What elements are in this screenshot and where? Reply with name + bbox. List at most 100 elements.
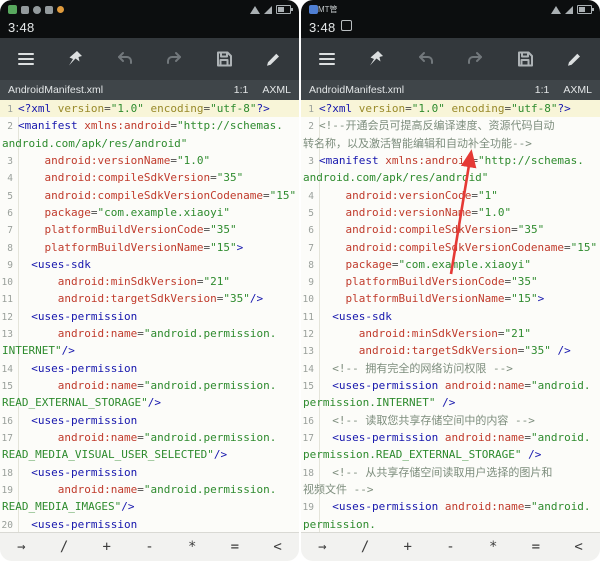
edit-button[interactable]	[261, 47, 285, 71]
code-line[interactable]: 14 <uses-permission	[0, 360, 299, 377]
code-line[interactable]: 4 android:versionCode="1"	[301, 187, 600, 204]
undo-button[interactable]	[113, 47, 137, 71]
line-number: 6	[301, 222, 314, 239]
status-system-icons	[551, 5, 592, 14]
notification-app-label: MT管	[318, 4, 338, 15]
code-line[interactable]: 10 android:minSdkVersion="21"	[0, 273, 299, 290]
quick-symbol-key[interactable]: →	[11, 539, 31, 555]
line-number: 9	[301, 274, 314, 291]
line-number: 9	[0, 257, 13, 274]
code-line[interactable]: 7 platformBuildVersionCode="35"	[0, 221, 299, 238]
quick-symbol-key[interactable]: =	[225, 539, 245, 555]
code-line[interactable]: 5 android:versionName="1.0"	[301, 204, 600, 221]
code-line[interactable]: 11 android:targetSdkVersion="35"/>	[0, 290, 299, 307]
code-line[interactable]: READ_EXTERNAL_STORAGE"/>	[0, 394, 299, 411]
code-line[interactable]: 7 android:compileSdkVersionCodename="15"	[301, 239, 600, 256]
code-line[interactable]: 12 android:minSdkVersion="21"	[301, 325, 600, 342]
code-editor-left[interactable]: 1<?xml version="1.0" encoding="utf-8"?>2…	[0, 100, 299, 532]
code-line[interactable]: 视频文件 -->	[301, 481, 600, 498]
code-line[interactable]: permission.	[301, 516, 600, 533]
line-number: 17	[0, 430, 13, 447]
signal-icon	[264, 6, 272, 14]
menu-button[interactable]	[14, 47, 38, 71]
code-line[interactable]: 14 <!-- 拥有完全的网络访问权限 -->	[301, 360, 600, 377]
code-line[interactable]: android.com/apk/res/android"	[301, 169, 600, 186]
redo-button[interactable]	[162, 47, 186, 71]
quick-symbol-key[interactable]: +	[398, 539, 418, 555]
quick-symbol-key[interactable]: <	[568, 539, 588, 555]
symbol-bar-right: → / + - * = <	[301, 532, 600, 561]
code-line[interactable]: 1<?xml version="1.0" encoding="utf-8"?>	[0, 100, 299, 117]
edit-button[interactable]	[562, 47, 586, 71]
code-line[interactable]: 6 android:compileSdkVersion="35"	[301, 221, 600, 238]
gray-app-icon	[45, 6, 53, 14]
code-line[interactable]: 18 <!-- 从共享存储空间读取用户选择的图片和	[301, 464, 600, 481]
code-line[interactable]: 15 android:name="android.permission.	[0, 377, 299, 394]
save-button[interactable]	[513, 47, 537, 71]
pin-button[interactable]	[63, 47, 87, 71]
code-line[interactable]: 2<manifest xmlns:android="http://schemas…	[0, 117, 299, 134]
undo-icon	[115, 49, 135, 69]
code-line[interactable]: READ_MEDIA_IMAGES"/>	[0, 498, 299, 515]
code-line[interactable]: 13 android:targetSdkVersion="35" />	[301, 342, 600, 359]
line-number: 1	[301, 101, 314, 118]
code-editor-right[interactable]: 1<?xml version="1.0" encoding="utf-8"?>2…	[301, 100, 600, 532]
quick-symbol-key[interactable]: -	[139, 539, 159, 555]
code-line[interactable]: INTERNET"/>	[0, 342, 299, 359]
code-line[interactable]: 13 android:name="android.permission.	[0, 325, 299, 342]
line-number: 14	[0, 361, 13, 378]
line-number: 11	[301, 309, 314, 326]
code-line[interactable]: 17 <uses-permission android:name="androi…	[301, 429, 600, 446]
code-line[interactable]: 12 <uses-permission	[0, 308, 299, 325]
code-line[interactable]: 1<?xml version="1.0" encoding="utf-8"?>	[301, 100, 600, 117]
code-line[interactable]: 16 <!-- 读取您共享存储空间中的内容 -->	[301, 412, 600, 429]
code-line[interactable]: 19 android:name="android.permission.	[0, 481, 299, 498]
code-line[interactable]: 18 <uses-permission	[0, 464, 299, 481]
editor-toolbar-left	[0, 38, 299, 80]
code-line[interactable]: android.com/apk/res/android"	[0, 135, 299, 152]
code-line[interactable]: 11 <uses-sdk	[301, 308, 600, 325]
line-number: 12	[0, 309, 13, 326]
code-line[interactable]: permission.READ_EXTERNAL_STORAGE" />	[301, 446, 600, 463]
code-line[interactable]: 8 platformBuildVersionName="15">	[0, 239, 299, 256]
quick-symbol-key[interactable]: +	[97, 539, 117, 555]
line-number: 14	[301, 361, 314, 378]
code-line[interactable]: 3<manifest xmlns:android="http://schemas…	[301, 152, 600, 169]
code-line[interactable]: 8 package="com.example.xiaoyi"	[301, 256, 600, 273]
quick-symbol-key[interactable]: *	[483, 539, 503, 555]
code-line[interactable]: 3 android:versionName="1.0"	[0, 152, 299, 169]
code-line[interactable]: 19 <uses-permission android:name="androi…	[301, 498, 600, 515]
quick-symbol-key[interactable]: -	[440, 539, 460, 555]
quick-symbol-key[interactable]: →	[312, 539, 332, 555]
code-line[interactable]: 9 platformBuildVersionCode="35"	[301, 273, 600, 290]
quick-symbol-key[interactable]: /	[54, 539, 74, 555]
code-line[interactable]: 4 android:compileSdkVersion="35"	[0, 169, 299, 186]
code-line[interactable]: 2<!--开通会员可提高反编译速度、资源代码自动	[301, 117, 600, 134]
code-line[interactable]: 9 <uses-sdk	[0, 256, 299, 273]
code-line[interactable]: 10 platformBuildVersionName="15">	[301, 290, 600, 307]
undo-button[interactable]	[414, 47, 438, 71]
line-number: 10	[0, 274, 13, 291]
code-line[interactable]: READ_MEDIA_VISUAL_USER_SELECTED"/>	[0, 446, 299, 463]
code-line[interactable]: permission.INTERNET" />	[301, 394, 600, 411]
line-number: 10	[301, 291, 314, 308]
quick-symbol-key[interactable]: =	[526, 539, 546, 555]
quick-symbol-key[interactable]: /	[355, 539, 375, 555]
pin-button[interactable]	[364, 47, 388, 71]
code-line[interactable]: 16 <uses-permission	[0, 412, 299, 429]
code-line[interactable]: 转名称，以及激活智能编辑和自动补全功能-->	[301, 135, 600, 152]
pin-icon	[366, 49, 386, 69]
quick-symbol-key[interactable]: *	[182, 539, 202, 555]
line-number: 16	[0, 413, 13, 430]
menu-button[interactable]	[315, 47, 339, 71]
save-button[interactable]	[212, 47, 236, 71]
code-line[interactable]: 15 <uses-permission android:name="androi…	[301, 377, 600, 394]
code-line[interactable]: 5 android:compileSdkVersionCodename="15"	[0, 187, 299, 204]
code-line[interactable]: 17 android:name="android.permission.	[0, 429, 299, 446]
redo-button[interactable]	[463, 47, 487, 71]
code-line[interactable]: 6 package="com.example.xiaoyi"	[0, 204, 299, 221]
code-line[interactable]: 20 <uses-permission	[0, 516, 299, 533]
line-number: 1	[0, 101, 13, 118]
quick-symbol-key[interactable]: <	[267, 539, 287, 555]
symbol-bar-left: → / + - * = <	[0, 532, 299, 561]
